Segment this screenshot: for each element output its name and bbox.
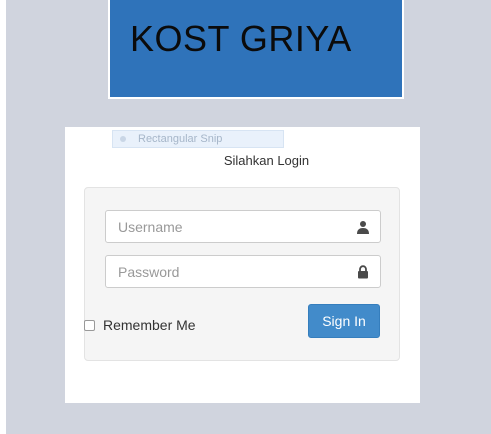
login-form: Remember Me Sign In bbox=[84, 187, 400, 361]
site-title: KOST GRIYA bbox=[130, 18, 352, 59]
password-field[interactable] bbox=[105, 255, 381, 288]
remember-me-row: Remember Me bbox=[84, 317, 196, 333]
lock-icon bbox=[358, 265, 368, 279]
username-input[interactable] bbox=[106, 211, 348, 242]
remember-me-label[interactable]: Remember Me bbox=[103, 317, 196, 333]
snip-icon bbox=[120, 136, 126, 142]
user-icon bbox=[357, 221, 369, 234]
header-banner: KOST GRIYA bbox=[108, 0, 404, 99]
login-heading: Silahkan Login bbox=[223, 153, 310, 168]
login-panel: Rectangular Snip Silahkan Login Remember… bbox=[65, 127, 420, 403]
snip-tool-label: Rectangular Snip bbox=[138, 133, 223, 145]
password-input[interactable] bbox=[106, 256, 348, 287]
snip-tool-tooltip: Rectangular Snip bbox=[112, 130, 284, 148]
sign-in-button[interactable]: Sign In bbox=[308, 304, 380, 338]
remember-me-checkbox[interactable] bbox=[84, 319, 95, 331]
username-field[interactable] bbox=[105, 210, 381, 243]
